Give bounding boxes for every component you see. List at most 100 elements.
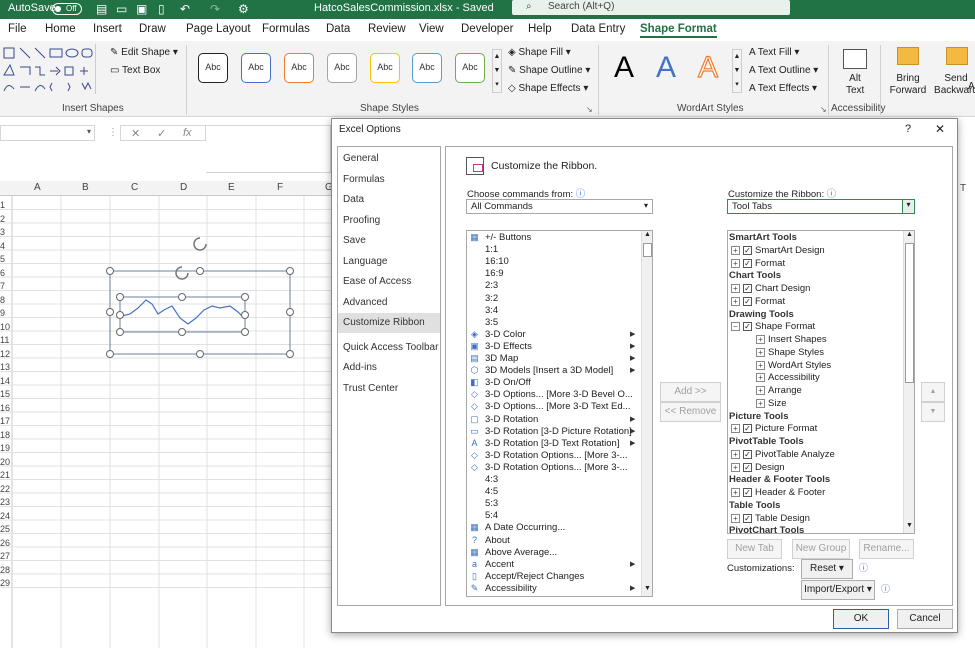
- row-header[interactable]: 5: [0, 254, 11, 264]
- shape-style-1[interactable]: Abc: [198, 53, 228, 83]
- nav-item-ease-of-access[interactable]: Ease of Access: [338, 272, 440, 292]
- menu-tab-data[interactable]: Data: [326, 23, 350, 35]
- nav-item-add-ins[interactable]: Add-ins: [338, 358, 440, 378]
- command-item[interactable]: 3:4: [485, 305, 498, 316]
- shape-style-5[interactable]: Abc: [370, 53, 400, 83]
- menu-tab-view[interactable]: View: [419, 23, 444, 35]
- dialog-launcher-icon[interactable]: ↘: [820, 105, 827, 114]
- shape-style-6[interactable]: Abc: [412, 53, 442, 83]
- ribbon-group-item[interactable]: Size: [768, 398, 786, 409]
- command-item[interactable]: 3-D Options... [More 3-D Text Ed...: [485, 401, 631, 412]
- menu-tab-data-entry[interactable]: Data Entry: [571, 23, 625, 35]
- menu-tab-draw[interactable]: Draw: [139, 23, 166, 35]
- row-header[interactable]: 20: [0, 457, 11, 467]
- shape-fill-button[interactable]: ◈ Shape Fill ▾: [508, 47, 571, 58]
- ribbon-tab-item[interactable]: Table Design: [755, 513, 810, 524]
- ribbon-tab-item[interactable]: Shape Format: [755, 321, 815, 332]
- row-header[interactable]: 22: [0, 484, 11, 494]
- tab-checkbox[interactable]: ✓: [743, 296, 752, 306]
- row-header[interactable]: 26: [0, 538, 11, 548]
- reset-button[interactable]: Reset ▾: [801, 559, 853, 579]
- command-item[interactable]: 5:3: [485, 498, 498, 509]
- nav-item-customize-ribbon[interactable]: Customize Ribbon: [338, 313, 440, 333]
- row-header[interactable]: 19: [0, 443, 11, 453]
- command-item[interactable]: 3:5: [485, 317, 498, 328]
- wordart-black[interactable]: A: [614, 51, 634, 85]
- tab-checkbox[interactable]: ✓: [743, 449, 752, 459]
- row-header[interactable]: 21: [0, 470, 11, 480]
- expand-icon[interactable]: +: [731, 258, 740, 268]
- expand-icon[interactable]: +: [731, 284, 740, 293]
- alt-text-button[interactable]: Alt Text: [846, 73, 864, 97]
- menu-tab-review[interactable]: Review: [368, 23, 406, 35]
- expand-icon[interactable]: +: [756, 335, 765, 344]
- redo-icon[interactable]: ↷: [210, 2, 220, 16]
- ribbon-group-item[interactable]: WordArt Styles: [768, 360, 831, 371]
- scroll-up-icon[interactable]: ▲: [906, 231, 913, 238]
- ribbon-group-item[interactable]: Shape Styles: [768, 347, 824, 358]
- styles-gallery-scroll[interactable]: ▲ ▼ ▾: [492, 49, 502, 93]
- column-header[interactable]: A: [34, 182, 41, 193]
- commands-scrollbar[interactable]: ▲ ▼: [641, 231, 652, 596]
- command-item[interactable]: 3-D Color: [485, 329, 526, 340]
- expand-icon[interactable]: +: [731, 462, 740, 472]
- row-header[interactable]: 29: [0, 578, 11, 588]
- bring-forward-button[interactable]: Bring Forward: [888, 73, 928, 97]
- menu-tab-file[interactable]: File: [8, 23, 27, 35]
- name-box[interactable]: ▾: [0, 125, 95, 141]
- ribbon-tab-item[interactable]: Picture Format: [755, 423, 817, 434]
- enter-icon[interactable]: ✓: [157, 127, 166, 140]
- rename-button[interactable]: Rename...: [859, 539, 914, 559]
- tab-checkbox[interactable]: ✓: [743, 424, 752, 434]
- menu-tab-formulas[interactable]: Formulas: [262, 23, 310, 35]
- text-box-button[interactable]: ▭ Text Box: [110, 65, 160, 76]
- shape-style-7[interactable]: Abc: [455, 53, 485, 83]
- menu-tab-page-layout[interactable]: Page Layout: [186, 23, 251, 35]
- row-header[interactable]: 10: [0, 322, 11, 332]
- customize-ribbon-dropdown[interactable]: Tool Tabs ▾: [727, 199, 915, 214]
- commands-list[interactable]: ▦ +/- Buttons 1:1 16:10 16:9 2:3 3:2 3:4 3:5 ◈ 3-D…: [466, 230, 653, 597]
- command-item[interactable]: About: [485, 535, 510, 546]
- text-fill-button[interactable]: A Text Fill ▾: [749, 47, 799, 58]
- selected-shape[interactable]: [100, 232, 300, 362]
- row-header[interactable]: 9: [0, 308, 11, 318]
- ribbon-tab-item[interactable]: Header & Footer: [755, 487, 825, 498]
- wordart-gallery-scroll[interactable]: ▲ ▼ ▾: [732, 49, 742, 93]
- edit-shape-button[interactable]: ✎ Edit Shape ▾: [110, 47, 178, 58]
- nav-item-proofing[interactable]: Proofing: [338, 211, 440, 231]
- expand-icon[interactable]: +: [731, 449, 740, 459]
- expand-icon[interactable]: +: [756, 347, 765, 357]
- ok-button[interactable]: OK: [833, 609, 889, 629]
- nav-item-save[interactable]: Save: [338, 231, 440, 251]
- ribbon-tab-item[interactable]: Design: [755, 462, 785, 473]
- expand-icon[interactable]: +: [756, 373, 765, 383]
- row-header[interactable]: 24: [0, 511, 11, 521]
- tree-scrollbar[interactable]: ▲ ▼: [903, 231, 914, 533]
- new-group-button[interactable]: New Group: [792, 539, 850, 559]
- column-header[interactable]: C: [131, 182, 138, 193]
- column-header[interactable]: F: [277, 182, 283, 193]
- text-effects-button[interactable]: A Text Effects ▾: [749, 83, 817, 94]
- add-button[interactable]: Add >>: [660, 382, 721, 402]
- dialog-launcher-icon[interactable]: ↘: [586, 105, 593, 114]
- remove-button[interactable]: << Remove: [660, 402, 721, 422]
- command-item[interactable]: 3:2: [485, 293, 498, 304]
- ribbon-tabs-tree[interactable]: SmartArt Tools + ✓ SmartArt Design + ✓ Format C…: [727, 230, 915, 534]
- shape-style-2[interactable]: Abc: [241, 53, 271, 83]
- row-header[interactable]: 27: [0, 551, 11, 561]
- row-header[interactable]: 14: [0, 376, 11, 386]
- command-item[interactable]: 3-D Rotation Options... [More 3-...: [485, 450, 628, 461]
- scroll-thumb[interactable]: [905, 243, 914, 383]
- command-item[interactable]: 4:3: [485, 474, 498, 485]
- scroll-thumb[interactable]: [643, 243, 652, 257]
- quick-access-icon[interactable]: ⚙: [238, 2, 249, 16]
- shapes-scroll[interactable]: [95, 44, 103, 94]
- new-tab-button[interactable]: New Tab: [727, 539, 782, 559]
- command-item[interactable]: Accept/Reject Changes: [485, 571, 584, 582]
- move-up-button[interactable]: ▲: [921, 382, 945, 402]
- shape-style-3[interactable]: Abc: [284, 53, 314, 83]
- command-item[interactable]: 4:5: [485, 486, 498, 497]
- shape-outline-button[interactable]: ✎ Shape Outline ▾: [508, 65, 590, 76]
- menu-tab-home[interactable]: Home: [45, 23, 76, 35]
- chevron-down-icon[interactable]: ▾: [87, 127, 91, 136]
